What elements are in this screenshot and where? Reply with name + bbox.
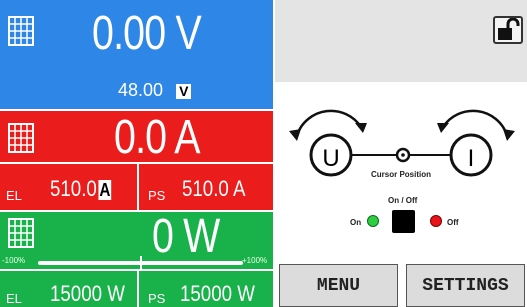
power-panel: 0 W -100% +100% EL 15000 W PS 15000 W bbox=[0, 212, 273, 307]
ps-current-limit[interactable]: 510.0 A bbox=[182, 176, 245, 202]
el-current-limit-value: 510.0 bbox=[50, 176, 97, 201]
power-slider-center-mark bbox=[140, 256, 142, 270]
current-actual-value: 0.0 A bbox=[114, 111, 200, 164]
power-actual-value: 0 W bbox=[152, 210, 220, 263]
current-limits-row: EL 510.0 A PS 510.0 A bbox=[0, 164, 273, 210]
el-power-limit[interactable]: 15000 W bbox=[50, 281, 125, 307]
el-label: EL bbox=[6, 291, 22, 306]
slider-min-label: -100% bbox=[2, 256, 26, 265]
ps-power-limit[interactable]: 15000 W bbox=[180, 281, 255, 307]
ps-label: PS bbox=[148, 188, 166, 203]
el-current-limit-unit: A bbox=[98, 180, 112, 200]
onoff-title: On / Off bbox=[388, 196, 418, 205]
ps-label: PS bbox=[148, 291, 166, 306]
cursor-position-label: Cursor Position bbox=[371, 170, 432, 179]
keypad-grid-icon[interactable] bbox=[8, 218, 34, 248]
current-panel: 0.0 A bbox=[0, 111, 273, 162]
menu-button[interactable]: MENU bbox=[279, 264, 398, 307]
voltage-setpoint-unit: V bbox=[176, 84, 192, 99]
lock-button[interactable] bbox=[493, 16, 523, 44]
voltage-setpoint[interactable]: 48.00 V bbox=[118, 80, 192, 101]
voltage-panel: 0.00 V 48.00 V bbox=[0, 0, 273, 109]
divider bbox=[137, 164, 139, 210]
control-area: U I Cursor Position On / Off On Off MENU… bbox=[275, 0, 527, 307]
voltage-setpoint-value: 48.00 bbox=[118, 80, 164, 100]
el-label: EL bbox=[6, 188, 22, 203]
status-bar bbox=[275, 0, 527, 82]
keypad-grid-icon[interactable] bbox=[8, 123, 34, 153]
off-label: Off bbox=[447, 218, 459, 227]
voltage-knob[interactable]: U bbox=[311, 139, 351, 179]
onoff-button[interactable] bbox=[392, 210, 415, 233]
unlocked-padlock-icon bbox=[498, 17, 520, 40]
settings-button[interactable]: SETTINGS bbox=[406, 264, 525, 307]
divider bbox=[137, 271, 139, 307]
on-indicator-led bbox=[367, 215, 379, 227]
el-current-limit[interactable]: 510.0 A bbox=[50, 176, 112, 202]
off-indicator-led bbox=[430, 215, 442, 227]
voltage-actual-value: 0.00 V bbox=[92, 7, 202, 60]
readout-area: 0.00 V 48.00 V 0.0 A EL 510.0 A PS 510.0… bbox=[0, 0, 273, 307]
slider-max-label: +100% bbox=[242, 256, 268, 265]
current-knob[interactable]: I bbox=[451, 139, 491, 179]
keypad-grid-icon[interactable] bbox=[8, 16, 34, 46]
on-label: On bbox=[350, 218, 362, 227]
